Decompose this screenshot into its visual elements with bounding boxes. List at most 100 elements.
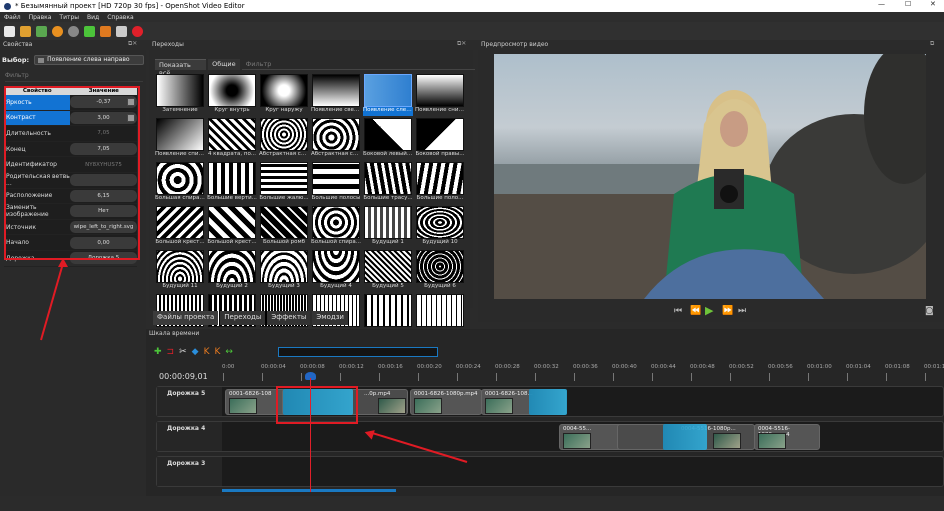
transition-item[interactable]: Затемнение [155,74,205,118]
minimize-button[interactable]: — [878,0,885,8]
add-marker-icon[interactable]: ◆ [192,347,199,357]
jump-start-button[interactable]: ⏮ [674,306,682,316]
transition-item[interactable]: Большие полосы [311,162,361,206]
previous-marker-icon[interactable]: K [204,347,210,357]
ruler-tick: 00:00:20 [417,364,442,381]
clip[interactable]: 0001-6826-1080p.mp4 [410,389,482,415]
transition-item[interactable]: Большие жалю... [259,162,309,206]
fast-forward-button[interactable]: ⏩ [722,306,733,316]
tab-emoji[interactable]: Эмодзи [312,311,348,325]
panel-float-icon[interactable]: ⧉ [930,40,934,48]
transition-thumbnail [156,250,204,283]
clip[interactable]: 0004-5516-1080p.mp4 [754,424,820,450]
transition-item[interactable]: Абстрактная спи... [259,118,309,162]
tab-project-files[interactable]: Файлы проекта [153,311,219,325]
play-button[interactable]: ▶ [705,304,713,317]
rewind-button[interactable]: ⏪ [690,306,701,316]
properties-title: Свойства [0,40,146,50]
transition-item[interactable]: Будущий 11 [155,250,205,294]
menu-titles[interactable]: Титры [59,14,79,21]
transition-item[interactable]: Появление сверху... [311,74,361,118]
transition-thumbnail [208,118,256,151]
tab-effects[interactable]: Эффекты [267,311,311,325]
menu-edit[interactable]: Правка [29,14,52,21]
transition-thumbnail [208,74,256,107]
open-project-icon[interactable] [20,25,31,37]
export-video-icon[interactable] [132,25,143,37]
redo-icon[interactable] [68,25,79,37]
transition-item[interactable]: Большой крест... [155,206,205,250]
timeline-ruler[interactable]: 0:00 00:00:04 00:00:08 00:00:12 00:00:16 00:0… [222,364,944,384]
transition-item[interactable]: Круг внутрь [207,74,257,118]
transition-thumbnail [156,162,204,195]
transition-item[interactable]: Большие поло... [415,162,465,206]
transition-clip[interactable] [529,389,567,415]
center-timeline-icon[interactable]: ↔ [225,347,233,357]
transition-item[interactable]: Боковой левый ... [363,118,413,162]
ruler-tick: 00:00:24 [456,364,481,381]
panel-float-icon[interactable]: ⧉✕ [128,40,137,48]
transition-item[interactable]: Будущий 2 [207,250,257,294]
panel-float-icon[interactable]: ⧉✕ [457,40,466,48]
jump-end-button[interactable]: ⏭ [738,306,746,316]
import-files-icon[interactable] [84,25,95,37]
transition-item[interactable]: Круг наружу [259,74,309,118]
transition-label: Появление слева направо [363,107,413,116]
transition-item[interactable]: Большие верти... [207,162,257,206]
transition-item[interactable]: Появление снизу... [415,74,465,118]
maximize-button[interactable]: ☐ [905,0,911,8]
selection-dropdown[interactable]: Появление слева направо [34,54,144,65]
transition-item[interactable]: Будущий 6 [415,250,465,294]
track-4[interactable]: Дорожка 4 0004-55... 0004-5516-1080p... … [156,421,944,452]
timeline-overview[interactable] [278,347,438,357]
transition-thumbnail [312,74,360,107]
snap-icon[interactable]: ⊐ [167,347,175,357]
profile-icon[interactable] [100,25,111,37]
tab-show-all[interactable]: Показать всё [155,59,207,77]
camera-icon[interactable]: ◙ [925,306,934,316]
transition-label: Большие трасу... [363,195,413,201]
ruler-tick: 00:00:40 [612,364,637,381]
menu-file[interactable]: Файл [4,14,21,21]
transitions-title: Переходы [149,40,473,50]
transition-item[interactable]: Будущий 1 [363,206,413,250]
undo-icon[interactable] [52,25,63,37]
menu-help[interactable]: Справка [107,14,133,21]
preview-image [494,54,926,299]
transitions-filter-input[interactable]: Фильтр [241,59,476,70]
properties-filter-input[interactable]: Фильтр [5,72,143,82]
transition-item[interactable]: Большой ромб [259,206,309,250]
transition-item[interactable]: Будущий 5 [363,250,413,294]
transitions-tabs: Показать всё Общие Фильтр [155,59,476,77]
transition-item[interactable]: Появление спирали... [155,118,205,162]
track-3[interactable]: Дорожка 3 [156,456,944,487]
transition-item[interactable]: Большая спираль [155,162,205,206]
razor-icon[interactable]: ✂ [179,347,187,357]
transition-thumbnail [364,206,412,239]
add-track-icon[interactable]: ✚ [154,347,162,357]
transition-label: Большие полосы [311,195,361,201]
window-title: * Безымянный проект [HD 720p 30 fps] - O… [15,2,245,10]
menu-view[interactable]: Вид [87,14,99,21]
transition-item[interactable]: Появление слева направо [363,74,413,118]
timeline-title: Шкала времени [146,329,944,339]
transition-item[interactable]: 4 квадрата, по... [207,118,257,162]
new-project-icon[interactable] [4,25,15,37]
transition-item[interactable]: Боковой правы... [415,118,465,162]
next-marker-icon[interactable]: K [214,347,220,357]
close-button[interactable]: ✕ [930,0,936,8]
transition-item[interactable]: Будущий 4 [311,250,361,294]
save-project-icon[interactable] [36,25,47,37]
track-5[interactable]: Дорожка 5 0001-6826-108 ...0p.mp4 0001-6… [156,386,944,417]
tab-transitions[interactable]: Переходы [220,311,266,325]
tab-common[interactable]: Общие [208,59,240,70]
transition-item[interactable]: Большие трасу... [363,162,413,206]
transition-item[interactable]: Большой крест... [207,206,257,250]
transition-clip[interactable] [663,424,707,450]
fullscreen-icon[interactable] [116,25,127,37]
transition-item[interactable]: Большой спира... [311,206,361,250]
transition-item[interactable]: Абстрактная спи... [311,118,361,162]
timeline-scrollbar[interactable] [222,489,396,492]
transition-item[interactable]: Будущий 3 [259,250,309,294]
transition-item[interactable]: Будущий 10 [415,206,465,250]
